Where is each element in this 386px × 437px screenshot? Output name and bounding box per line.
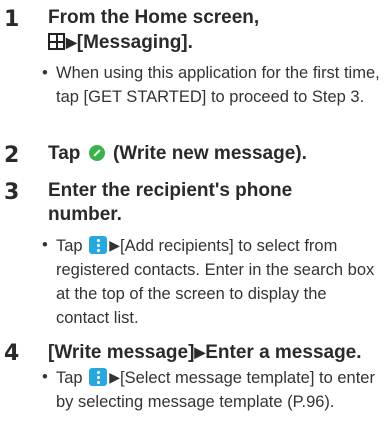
step-number: 2 [4, 143, 20, 168]
arrow-icon: ▶ [109, 369, 120, 385]
step-title-post: (Write new message). [112, 143, 307, 164]
bullet: • [42, 236, 48, 254]
menu-more-icon [89, 368, 108, 386]
step-title: [Write message]▶Enter a message. [48, 340, 362, 365]
step-title-post: Enter a message. [205, 342, 362, 363]
step-title-pre: Tap [48, 143, 81, 164]
step-note: • Tap ▶[Add recipients] to select from r… [42, 233, 381, 330]
step-title-line1: Enter the recipient's phone [48, 180, 293, 201]
step-title-text: [Messaging]. [76, 32, 193, 53]
menu-more-icon [89, 236, 108, 254]
write-message-icon [88, 145, 105, 161]
note-pre: Tap [56, 369, 83, 387]
arrow-icon: ▶ [66, 34, 77, 50]
step-number: 4 [4, 341, 20, 366]
bullet: • [42, 64, 48, 82]
step-title-line2: number. [48, 204, 122, 225]
step-title: Tap (Write new message). [48, 142, 307, 166]
note-pre: Tap [56, 237, 83, 255]
apps-grid-icon [48, 33, 65, 50]
step-note: • When using this application for the fi… [42, 61, 381, 109]
step-title-pre: [Write message] [48, 342, 195, 363]
bullet: • [42, 368, 48, 386]
step-number: 3 [4, 180, 20, 205]
note-text: When using this application for the firs… [56, 64, 380, 106]
step-title-line2: ▶[Messaging]. [48, 30, 193, 55]
step-note: • Tap ▶[Select message template] to ente… [42, 365, 381, 414]
arrow-icon: ▶ [194, 344, 206, 360]
step-title-line1: From the Home screen, [48, 7, 260, 28]
arrow-icon: ▶ [109, 237, 120, 253]
step-number: 1 [4, 7, 20, 32]
